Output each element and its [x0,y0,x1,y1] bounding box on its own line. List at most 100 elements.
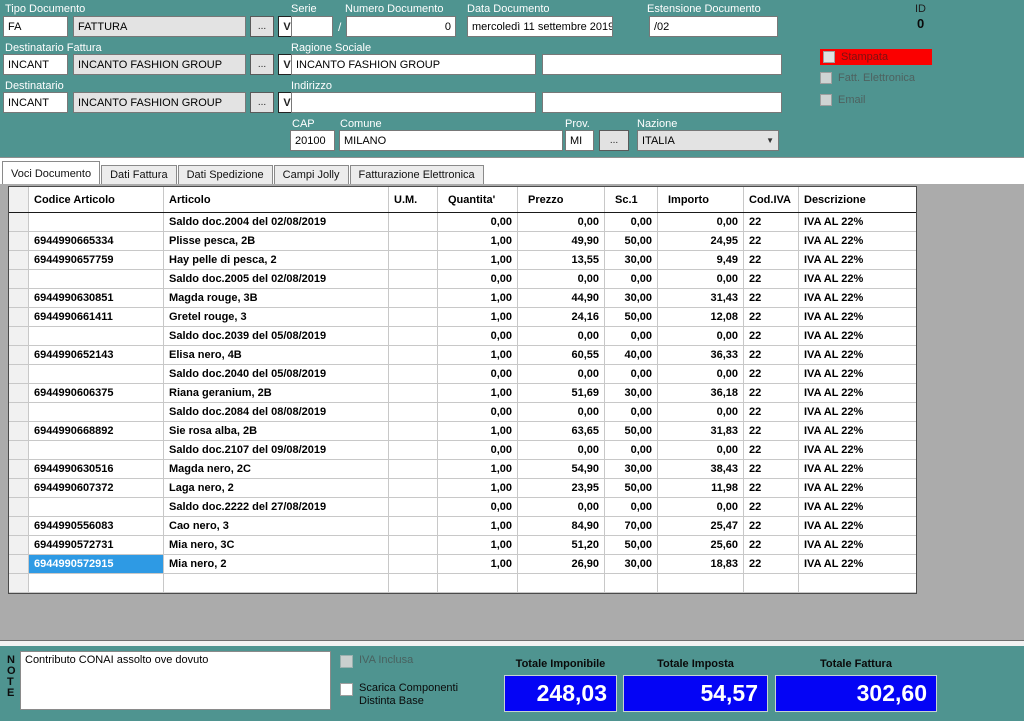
cell-cod_iva[interactable]: 22 [744,479,799,497]
cell-articolo[interactable]: Plisse pesca, 2B [164,232,389,250]
cell-codice[interactable] [29,498,164,516]
cell-codice[interactable] [29,213,164,231]
cell-um[interactable] [389,365,438,383]
cell-cod_iva[interactable]: 22 [744,213,799,231]
table-row[interactable]: Saldo doc.2005 del 02/08/20190,000,000,0… [9,270,916,289]
serie-input[interactable] [291,16,333,37]
row-selector[interactable] [9,289,29,307]
stampata-checkbox-box[interactable] [823,51,835,63]
table-row[interactable]: 6944990661411Gretel rouge, 31,0024,1650,… [9,308,916,327]
cell-quantita[interactable]: 0,00 [438,403,518,421]
cell-quantita[interactable]: 1,00 [438,251,518,269]
indirizzo-extra-input[interactable] [542,92,782,113]
column-header-articolo[interactable]: Articolo [164,187,389,212]
tab-campi-jolly[interactable]: Campi Jolly [274,165,349,184]
cell-codice[interactable]: 6944990606375 [29,384,164,402]
email-checkbox-box[interactable] [820,94,832,106]
column-header-cod_iva[interactable]: Cod.IVA [744,187,799,212]
cell-sc1[interactable]: 0,00 [605,270,658,288]
cell-cod_iva[interactable]: 22 [744,517,799,535]
cell-descrizione[interactable]: IVA AL 22% [799,213,916,231]
cell-articolo[interactable]: Saldo doc.2107 del 09/08/2019 [164,441,389,459]
comune-input[interactable]: MILANO [339,130,563,151]
cell-articolo[interactable]: Magda nero, 2C [164,460,389,478]
column-header-quantita[interactable]: Quantita' [438,187,518,212]
cell-cod_iva[interactable]: 22 [744,308,799,326]
row-selector[interactable] [9,403,29,421]
cap-input[interactable]: 20100 [290,130,335,151]
table-row[interactable]: 6944990572915Mia nero, 21,0026,9030,0018… [9,555,916,574]
table-row[interactable]: Saldo doc.2040 del 05/08/20190,000,000,0… [9,365,916,384]
cell-codice[interactable]: 6944990652143 [29,346,164,364]
row-selector[interactable] [9,498,29,516]
cell-articolo[interactable]: Mia nero, 2 [164,555,389,573]
table-row[interactable]: 6944990657759Hay pelle di pesca, 21,0013… [9,251,916,270]
cell-importo[interactable]: 0,00 [658,270,744,288]
cell-um[interactable] [389,251,438,269]
row-selector[interactable] [9,517,29,535]
cell-cod_iva[interactable]: 22 [744,403,799,421]
cell-sc1[interactable]: 30,00 [605,384,658,402]
fatt-elettronica-checkbox-box[interactable] [820,72,832,84]
cell-cod_iva[interactable]: 22 [744,327,799,345]
cell-codice[interactable] [29,270,164,288]
cell-sc1[interactable]: 40,00 [605,346,658,364]
table-row[interactable]: 6944990607372Laga nero, 21,0023,9550,001… [9,479,916,498]
cell-prezzo[interactable]: 0,00 [518,270,605,288]
cell-prezzo[interactable]: 0,00 [518,213,605,231]
cell-sc1[interactable]: 0,00 [605,327,658,345]
cell-um[interactable] [389,403,438,421]
cell-importo[interactable] [658,574,744,592]
cell-articolo[interactable]: Saldo doc.2084 del 08/08/2019 [164,403,389,421]
cell-quantita[interactable]: 0,00 [438,365,518,383]
cell-um[interactable] [389,213,438,231]
table-row[interactable]: 6944990630516Magda nero, 2C1,0054,9030,0… [9,460,916,479]
cell-quantita[interactable]: 0,00 [438,498,518,516]
table-row[interactable]: 6944990556083Cao nero, 31,0084,9070,0025… [9,517,916,536]
cell-descrizione[interactable]: IVA AL 22% [799,498,916,516]
note-textarea[interactable]: Contributo CONAI assolto ove dovuto [20,651,331,710]
cell-sc1[interactable]: 0,00 [605,498,658,516]
cell-importo[interactable]: 25,47 [658,517,744,535]
cell-codice[interactable]: 6944990630516 [29,460,164,478]
table-row[interactable]: 6944990665334Plisse pesca, 2B1,0049,9050… [9,232,916,251]
cell-um[interactable] [389,232,438,250]
cell-articolo[interactable]: Gretel rouge, 3 [164,308,389,326]
column-header-importo[interactable]: Importo [658,187,744,212]
row-selector[interactable] [9,365,29,383]
column-header-sc1[interactable]: Sc.1 [605,187,658,212]
destinatario-browse-button[interactable]: ... [250,92,274,113]
cell-quantita[interactable]: 0,00 [438,270,518,288]
cell-quantita[interactable]: 1,00 [438,517,518,535]
cell-quantita[interactable]: 1,00 [438,346,518,364]
nazione-select[interactable]: ITALIA ▼ [637,130,779,151]
data-documento-input[interactable]: mercoledì 11 settembre 2019 ▦▼ [467,16,613,37]
cell-cod_iva[interactable]: 22 [744,498,799,516]
cell-descrizione[interactable]: IVA AL 22% [799,479,916,497]
cell-prezzo[interactable]: 44,90 [518,289,605,307]
cell-sc1[interactable]: 30,00 [605,555,658,573]
destinatario-code-input[interactable]: INCANT [3,92,68,113]
cell-quantita[interactable]: 1,00 [438,384,518,402]
cell-um[interactable] [389,555,438,573]
cell-importo[interactable]: 0,00 [658,403,744,421]
destinatario-fattura-code-input[interactable]: INCANT [3,54,68,75]
cell-um[interactable] [389,479,438,497]
column-header-prezzo[interactable]: Prezzo [518,187,605,212]
cell-descrizione[interactable]: IVA AL 22% [799,327,916,345]
row-selector[interactable] [9,574,29,592]
row-selector[interactable] [9,327,29,345]
cell-descrizione[interactable]: IVA AL 22% [799,365,916,383]
ragione-sociale-extra-input[interactable] [542,54,782,75]
ragione-sociale-input[interactable]: INCANTO FASHION GROUP [291,54,536,75]
cell-sc1[interactable]: 50,00 [605,536,658,554]
cell-cod_iva[interactable]: 22 [744,365,799,383]
cell-sc1[interactable]: 70,00 [605,517,658,535]
cell-codice[interactable]: 6944990668892 [29,422,164,440]
row-selector[interactable] [9,346,29,364]
cell-prezzo[interactable]: 60,55 [518,346,605,364]
row-selector[interactable] [9,479,29,497]
cell-descrizione[interactable]: IVA AL 22% [799,422,916,440]
cell-quantita[interactable] [438,574,518,592]
cell-codice[interactable] [29,441,164,459]
